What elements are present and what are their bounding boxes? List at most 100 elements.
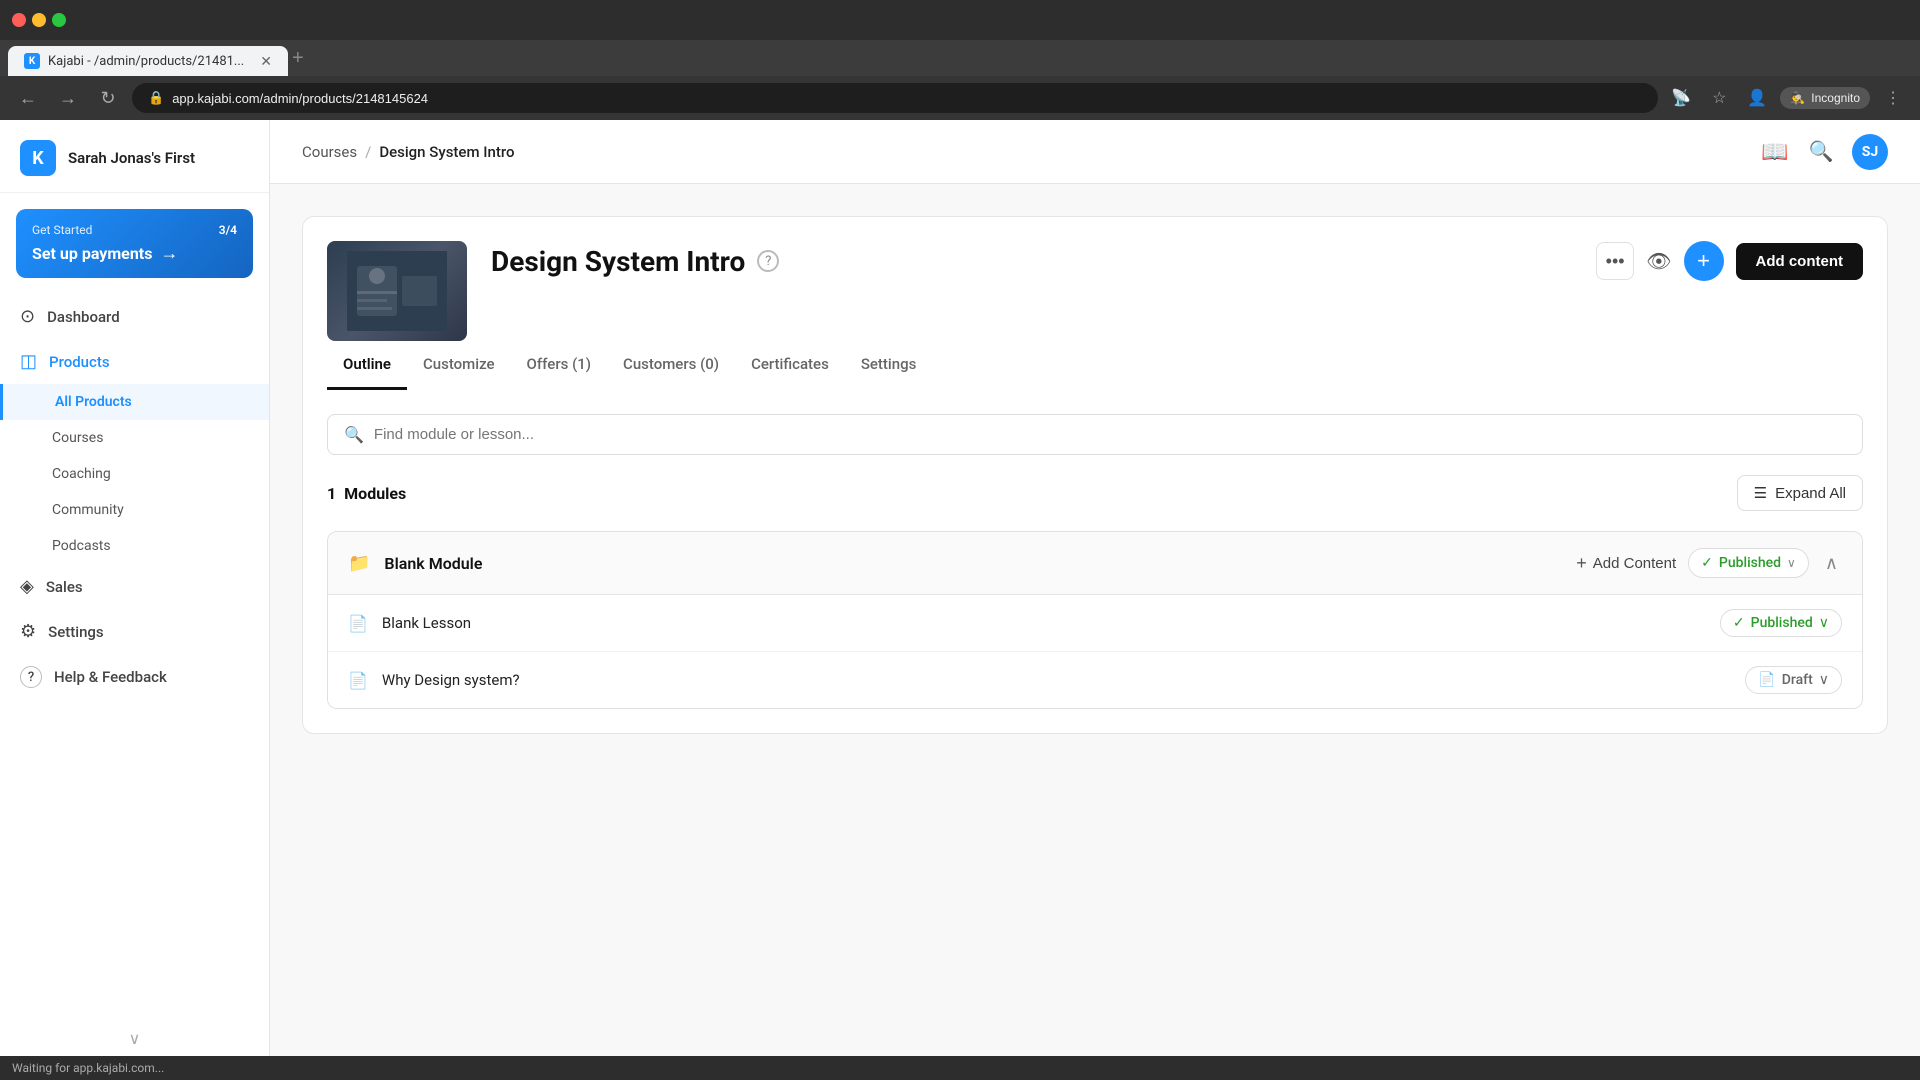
close-window-button[interactable] [12, 13, 26, 27]
tab-close-button[interactable]: ✕ [260, 53, 272, 70]
forward-button[interactable]: → [52, 82, 84, 114]
refresh-button[interactable]: ↻ [92, 82, 124, 114]
main-content: Courses / Design System Intro 📖 🔍 SJ [270, 120, 1920, 1056]
minimize-window-button[interactable] [32, 13, 46, 27]
breadcrumb-courses-link[interactable]: Courses [302, 143, 357, 161]
get-started-banner[interactable]: Get Started 3/4 Set up payments → [16, 209, 253, 278]
maximize-window-button[interactable] [52, 13, 66, 27]
kajabi-logo: K [20, 140, 56, 176]
tab-customers[interactable]: Customers (0) [607, 341, 735, 390]
sidebar-item-community[interactable]: Community [0, 492, 269, 528]
bookmark-icon[interactable]: ☆ [1704, 83, 1734, 113]
tab-offers[interactable]: Offers (1) [511, 341, 608, 390]
tab-settings[interactable]: Settings [845, 341, 933, 390]
address-bar[interactable]: 🔒 [132, 83, 1658, 113]
lesson-doc-icon: 📄 [348, 671, 368, 690]
lesson-item: 📄 Blank Lesson ✓ Published ∨ [328, 595, 1862, 652]
course-thumbnail [327, 241, 467, 341]
sidebar-item-podcasts[interactable]: Podcasts [0, 528, 269, 564]
sidebar-item-help[interactable]: ? Help & Feedback [0, 654, 269, 700]
tab-outline[interactable]: Outline [327, 341, 407, 390]
lesson-check-icon: ✓ [1733, 615, 1745, 631]
tab-favicon: K [24, 53, 40, 69]
sidebar-item-courses[interactable]: Courses [0, 420, 269, 456]
window-controls[interactable] [12, 13, 66, 27]
dashboard-icon: ⊙ [20, 306, 35, 327]
module-container: 📁 Blank Module + Add Content ✓ Published… [327, 531, 1863, 709]
plus-circle-button[interactable]: + [1684, 241, 1724, 281]
profile-icon[interactable]: 👤 [1742, 83, 1772, 113]
get-started-count: 3/4 [219, 223, 237, 237]
lesson-draft-badge[interactable]: 📄 Draft ∨ [1745, 666, 1842, 694]
tab-certificates[interactable]: Certificates [735, 341, 845, 390]
avatar[interactable]: SJ [1852, 134, 1888, 170]
get-started-arrow-icon: → [160, 243, 178, 264]
sidebar-item-dashboard[interactable]: ⊙ Dashboard [0, 294, 269, 339]
breadcrumb-separator: / [365, 143, 371, 161]
lesson-title[interactable]: Why Design system? [382, 671, 1731, 689]
get-started-label: Get Started [32, 223, 92, 237]
breadcrumb-current: Design System Intro [379, 143, 514, 161]
course-content-area: 🔍 1 Modules ☰ Expand All [302, 390, 1888, 734]
sidebar: K Sarah Jonas's First Get Started 3/4 Se… [0, 120, 270, 1056]
settings-icon: ⚙ [20, 621, 36, 642]
back-button[interactable]: ← [12, 82, 44, 114]
published-chevron-icon: ∨ [1787, 556, 1796, 570]
draft-chevron-icon: ∨ [1819, 672, 1829, 688]
sidebar-item-label: Sales [46, 578, 83, 596]
browser-toolbar-icons: 📡 ☆ 👤 🕵 Incognito ⋮ [1666, 83, 1908, 113]
menu-icon[interactable]: ⋮ [1878, 83, 1908, 113]
course-tabs: Outline Customize Offers (1) Customers (… [302, 341, 1888, 390]
lesson-chevron-icon: ∨ [1819, 615, 1829, 631]
collapse-module-button[interactable]: ∧ [1821, 549, 1842, 578]
sidebar-item-sales[interactable]: ◈ Sales [0, 564, 269, 609]
course-actions: ••• 👁 + Add content [1596, 241, 1863, 281]
draft-doc-icon: 📄 [1758, 672, 1775, 688]
thumbnail-svg [347, 251, 447, 331]
cast-icon[interactable]: 📡 [1666, 83, 1696, 113]
top-header: Courses / Design System Intro 📖 🔍 SJ [270, 120, 1920, 184]
modules-header: 1 Modules ☰ Expand All [327, 475, 1863, 511]
search-bar-icon: 🔍 [344, 425, 364, 444]
course-help-icon[interactable]: ? [757, 250, 779, 272]
lesson-title[interactable]: Blank Lesson [382, 614, 1706, 632]
sidebar-scroll-down[interactable]: ∨ [0, 1021, 269, 1056]
add-content-module-button[interactable]: + Add Content [1576, 553, 1676, 574]
search-input[interactable] [374, 426, 1846, 443]
library-icon[interactable]: 📖 [1760, 137, 1790, 167]
browser-tab[interactable]: K Kajabi - /admin/products/21481... ✕ [8, 46, 288, 76]
lesson-doc-icon: 📄 [348, 614, 368, 633]
tab-bar: K Kajabi - /admin/products/21481... ✕ + [0, 40, 1920, 76]
more-options-button[interactable]: ••• [1596, 242, 1634, 280]
help-icon: ? [20, 666, 42, 688]
module-published-badge[interactable]: ✓ Published ∨ [1688, 548, 1809, 578]
search-icon[interactable]: 🔍 [1806, 137, 1836, 167]
incognito-button[interactable]: 🕵 Incognito [1780, 87, 1870, 109]
tab-customize[interactable]: Customize [407, 341, 511, 390]
course-page: Design System Intro ? ••• 👁 + Add conten… [270, 184, 1920, 1056]
modules-count: 1 Modules [327, 484, 406, 503]
thumbnail-image [327, 241, 467, 341]
folder-icon: 📁 [348, 553, 370, 574]
search-bar: 🔍 [327, 414, 1863, 455]
add-content-button[interactable]: Add content [1736, 243, 1864, 280]
sidebar-item-label: Help & Feedback [54, 668, 167, 686]
sidebar-item-products[interactable]: ◫ Products [0, 339, 269, 384]
sales-icon: ◈ [20, 576, 34, 597]
url-input[interactable] [172, 91, 1642, 106]
breadcrumb: Courses / Design System Intro [302, 143, 514, 161]
address-bar-row: ← → ↻ 🔒 📡 ☆ 👤 🕵 Incognito ⋮ [0, 76, 1920, 120]
sidebar-item-coaching[interactable]: Coaching [0, 456, 269, 492]
expand-all-button[interactable]: ☰ Expand All [1737, 475, 1863, 511]
preview-button[interactable]: 👁 [1646, 249, 1671, 274]
sidebar-header: K Sarah Jonas's First [0, 120, 269, 193]
sidebar-brand: Sarah Jonas's First [68, 149, 195, 167]
status-bar: Waiting for app.kajabi.com... [0, 1056, 1920, 1080]
sidebar-item-label: Settings [48, 623, 104, 641]
lesson-published-badge[interactable]: ✓ Published ∨ [1720, 609, 1842, 637]
new-tab-button[interactable]: + [292, 47, 304, 70]
sidebar-item-all-products[interactable]: All Products [0, 384, 269, 420]
sidebar-item-settings[interactable]: ⚙ Settings [0, 609, 269, 654]
module-header: 📁 Blank Module + Add Content ✓ Published… [328, 532, 1862, 595]
course-info: Design System Intro ? ••• 👁 + Add conten… [491, 241, 1863, 281]
